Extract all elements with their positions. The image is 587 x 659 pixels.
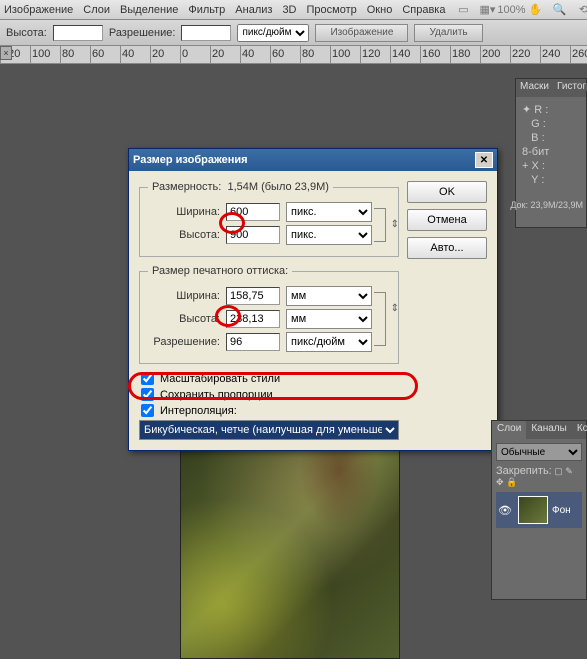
tab-layers[interactable]: Слои [492,421,526,439]
tab-paths[interactable]: Контур [572,421,587,439]
horizontal-ruler: 1201008060402002040608010012014016018020… [0,46,587,64]
opt-height-input[interactable] [53,25,103,41]
print-height-label: Высота: [148,313,220,325]
pixel-dimensions-group: Размерность: 1,54M (было 23,9M) Ширина: … [139,181,399,257]
resolution-unit[interactable]: пикс/дюйм [286,332,372,352]
layer-name: Фон [552,505,571,516]
print-width-input[interactable] [226,287,280,305]
menu-layers[interactable]: Слои [83,4,110,16]
tab-channels[interactable]: Каналы [526,421,572,439]
layer-row[interactable]: 👁 Фон [496,492,582,528]
ok-button[interactable]: OK [407,181,487,203]
tab-histogram[interactable]: Гистогра [553,79,587,97]
menu-help[interactable]: Справка [402,4,445,16]
menu-select[interactable]: Выделение [120,4,178,16]
print-size-group: Размер печатного оттиска: Ширина: мм Выс… [139,265,399,364]
dialog-titlebar[interactable]: Размер изображения ✕ [129,149,497,171]
auto-button[interactable]: Авто... [407,237,487,259]
menu-3d[interactable]: 3D [282,4,296,16]
print-width-label: Ширина: [148,290,220,302]
scale-styles-checkbox[interactable] [141,372,154,385]
link-icon [374,208,386,242]
print-width-unit[interactable]: мм [286,286,372,306]
pixel-height-unit[interactable]: пикс. [286,225,372,245]
pixel-width-unit[interactable]: пикс. [286,202,372,222]
opt-res-label: Разрешение: [109,27,176,39]
constrain-checkbox[interactable] [141,388,154,401]
menu-image[interactable]: Изображение [4,4,73,16]
blend-mode-select[interactable]: Обычные [496,443,582,461]
opt-delete-button[interactable]: Удалить [414,24,482,42]
resample-checkbox[interactable] [141,404,154,417]
close-icon[interactable]: ✕ [475,152,493,168]
print-height-unit[interactable]: мм [286,309,372,329]
hand-icon[interactable]: ✋ [527,2,543,18]
print-height-input[interactable] [226,310,280,328]
doc-size-display: Док: 23,9M/23,9M [510,200,583,210]
resolution-input[interactable] [226,333,280,351]
document-tab-close[interactable]: × [0,46,12,60]
options-bar: Высота: Разрешение: пикс/дюйм Изображени… [0,20,587,46]
tab-masks[interactable]: Маски [516,79,553,97]
pixel-width-label: Ширина: [148,206,220,218]
opt-res-input[interactable] [181,25,231,41]
doc-icon[interactable]: ▭ [455,2,471,18]
image-size-dialog: Размер изображения ✕ Размерность: 1,54M … [128,148,498,451]
menu-filter[interactable]: Фильтр [188,4,225,16]
pixel-height-label: Высота: [148,229,220,241]
arrange-icon[interactable]: ▦▾ [479,2,495,18]
constrain-label: Сохранить пропорции [160,389,273,401]
rotate-icon[interactable]: ⟲ [575,2,587,18]
zoom-display: 100% [503,2,519,18]
zoom-icon[interactable]: 🔍 [551,2,567,18]
cancel-button[interactable]: Отмена [407,209,487,231]
layer-thumbnail[interactable] [518,496,548,524]
menu-analysis[interactable]: Анализ [235,4,272,16]
pixel-width-input[interactable] [226,203,280,221]
visibility-icon[interactable]: 👁 [496,504,514,517]
scale-styles-label: Масштабировать стили [160,373,280,385]
menu-view[interactable]: Просмотр [307,4,357,16]
opt-image-button[interactable]: Изображение [315,24,408,42]
main-menu: Изображение Слои Выделение Фильтр Анализ… [0,0,587,20]
menu-window[interactable]: Окно [367,4,393,16]
opt-units-select[interactable]: пикс/дюйм [237,24,309,42]
resolution-label: Разрешение: [148,336,220,348]
link-icon [374,292,386,346]
pixel-height-input[interactable] [226,226,280,244]
layers-panel: Слои Каналы Контур Обычные Закрепить: ▢ … [491,420,587,600]
interpolation-select[interactable]: Бикубическая, четче (наилучшая для умень… [139,420,399,440]
resample-label: Интерполяция: [160,405,237,417]
opt-height-label: Высота: [6,27,47,39]
dialog-title: Размер изображения [133,154,248,166]
